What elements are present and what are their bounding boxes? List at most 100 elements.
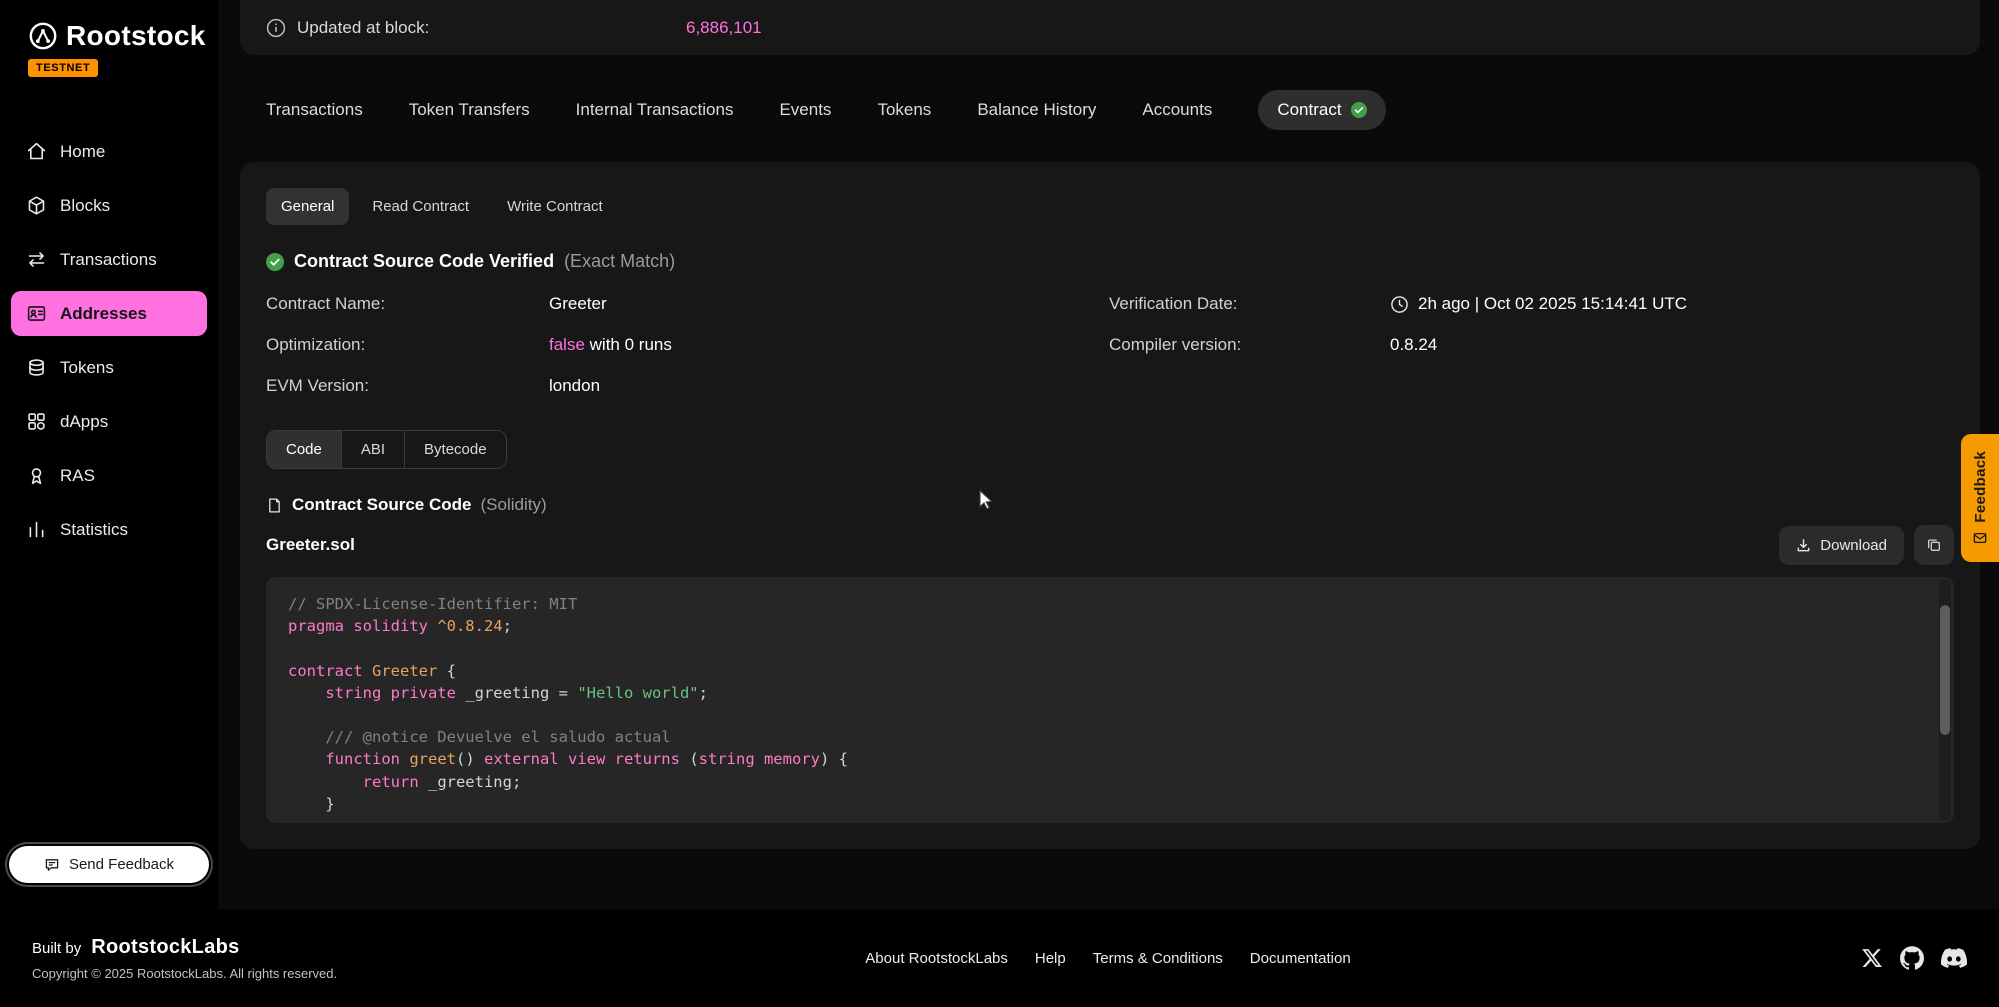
verification-date-value: 2h ago | Oct 02 2025 15:14:41 UTC [1390, 294, 1954, 314]
source-code-viewer[interactable]: // SPDX-License-Identifier: MITpragma so… [266, 577, 1954, 823]
sidebar-item-statistics[interactable]: Statistics [11, 507, 207, 552]
send-feedback-button[interactable]: Send Feedback [9, 846, 209, 883]
source-code-heading: Contract Source Code (Solidity) [266, 495, 1954, 515]
feedback-mail-icon [1973, 531, 1987, 545]
copy-icon [1926, 537, 1942, 553]
sidebar-item-dapps[interactable]: dApps [11, 399, 207, 444]
code-line [288, 704, 1932, 726]
sidebar-item-label: Tokens [60, 358, 114, 378]
sidebar-item-transactions[interactable]: Transactions [11, 237, 207, 282]
tab-contract[interactable]: Contract [1258, 90, 1385, 130]
download-button[interactable]: Download [1779, 526, 1904, 565]
updated-at-block-label: Updated at block: [297, 18, 429, 38]
github-icon[interactable] [1900, 946, 1924, 970]
footer-link-documentation[interactable]: Documentation [1250, 950, 1351, 967]
code-line: string private _greeting = "Hello world"… [288, 682, 1932, 704]
sidebar-item-tokens[interactable]: Tokens [11, 345, 207, 390]
optimization-label: Optimization: [266, 335, 549, 355]
code-scrollbar-thumb[interactable] [1940, 605, 1950, 735]
sidebar-item-label: Statistics [60, 520, 128, 540]
subtab-write-contract[interactable]: Write Contract [492, 188, 618, 225]
footer-brand[interactable]: RootstockLabs [91, 936, 239, 959]
tab-token-transfers[interactable]: Token Transfers [409, 100, 530, 120]
download-label: Download [1820, 537, 1887, 554]
block-number-link[interactable]: 6,886,101 [686, 18, 762, 38]
footer-link-help[interactable]: Help [1035, 950, 1066, 967]
updated-block-strip: Updated at block: 6,886,101 [240, 0, 1980, 55]
source-tab-abi[interactable]: ABI [342, 431, 405, 468]
tab-events[interactable]: Events [779, 100, 831, 120]
copy-source-button[interactable] [1914, 525, 1954, 565]
source-file-actions: Download [1779, 525, 1954, 565]
download-icon [1796, 538, 1811, 553]
main-content: Updated at block: 6,886,101 Transactions… [218, 0, 1999, 909]
contract-card: General Read Contract Write Contract Con… [240, 162, 1980, 849]
optimization-flag: false [549, 335, 585, 355]
sidebar-item-home[interactable]: Home [11, 129, 207, 174]
code-line: function greet() external view returns (… [288, 748, 1932, 770]
source-tab-bytecode[interactable]: Bytecode [405, 431, 506, 468]
tab-transactions[interactable]: Transactions [266, 100, 363, 120]
evm-version-label: EVM Version: [266, 376, 549, 396]
app-shell: Rootstock TESTNET Home Blocks [0, 0, 1999, 909]
code-line [288, 637, 1932, 659]
sidebar-item-addresses[interactable]: Addresses [11, 291, 207, 336]
discord-icon[interactable] [1941, 945, 1967, 971]
verified-title: Contract Source Code Verified [294, 251, 554, 272]
verified-check-icon [266, 253, 284, 271]
verified-qualifier: (Exact Match) [564, 251, 675, 272]
contract-details: Contract Name: Greeter Verification Date… [266, 294, 1954, 396]
source-code-language: (Solidity) [480, 495, 546, 515]
tab-tokens[interactable]: Tokens [877, 100, 931, 120]
footer-link-about[interactable]: About RootstockLabs [865, 950, 1008, 967]
sidebar-item-label: Blocks [60, 196, 110, 216]
address-tabs: Transactions Token Transfers Internal Tr… [240, 88, 1980, 132]
transactions-icon [26, 249, 47, 270]
sidebar-item-label: Transactions [60, 250, 157, 270]
code-scrollbar-track[interactable] [1939, 579, 1951, 821]
x-icon[interactable] [1861, 947, 1883, 969]
code-line: contract Greeter { [288, 660, 1932, 682]
feedback-side-tab[interactable]: Feedback [1961, 434, 1999, 562]
footer-built-block: Built by RootstockLabs Copyright © 2025 … [32, 936, 337, 981]
sidebar-item-label: Home [60, 142, 105, 162]
verified-status-row: Contract Source Code Verified (Exact Mat… [266, 251, 1954, 272]
subtab-read-contract[interactable]: Read Contract [357, 188, 484, 225]
send-feedback-label: Send Feedback [69, 856, 174, 873]
ras-icon [26, 465, 47, 486]
blocks-icon [26, 195, 47, 216]
tab-balance-history[interactable]: Balance History [977, 100, 1096, 120]
code-line: } [288, 793, 1932, 815]
tab-internal-transactions[interactable]: Internal Transactions [576, 100, 734, 120]
optimization-runs: with 0 runs [585, 335, 672, 355]
sidebar-item-ras[interactable]: RAS [11, 453, 207, 498]
footer-link-terms[interactable]: Terms & Conditions [1093, 950, 1223, 967]
sidebar-nav: Home Blocks Transactions Addresses [0, 129, 218, 552]
code-line: return _greeting; [288, 771, 1932, 793]
sidebar-item-blocks[interactable]: Blocks [11, 183, 207, 228]
brand-name[interactable]: Rootstock [66, 20, 206, 52]
optimization-value: false with 0 runs [549, 335, 1109, 355]
dapps-icon [26, 411, 47, 432]
footer-socials [1861, 945, 1967, 971]
source-file-name: Greeter.sol [266, 535, 355, 555]
sidebar-item-label: dApps [60, 412, 108, 432]
source-tab-code[interactable]: Code [267, 431, 342, 468]
subtab-general[interactable]: General [266, 188, 349, 225]
info-icon [266, 18, 286, 38]
tab-contract-label: Contract [1277, 100, 1341, 120]
sidebar: Rootstock TESTNET Home Blocks [0, 0, 218, 909]
code-line: /// @notice Devuelve el saludo actual [288, 726, 1932, 748]
code-line: pragma solidity ^0.8.24; [288, 615, 1932, 637]
contract-name-value: Greeter [549, 294, 1109, 314]
evm-version-value: london [549, 376, 1109, 396]
verification-date-label: Verification Date: [1109, 294, 1390, 314]
source-code-title: Contract Source Code [292, 495, 471, 515]
source-view-tabs: Code ABI Bytecode [266, 430, 507, 469]
home-icon [26, 141, 47, 162]
code-line: // SPDX-License-Identifier: MIT [288, 593, 1932, 615]
tab-accounts[interactable]: Accounts [1142, 100, 1212, 120]
compiler-version-value: 0.8.24 [1390, 335, 1954, 355]
rootstock-logo-icon [28, 21, 58, 51]
compiler-version-label: Compiler version: [1109, 335, 1390, 355]
